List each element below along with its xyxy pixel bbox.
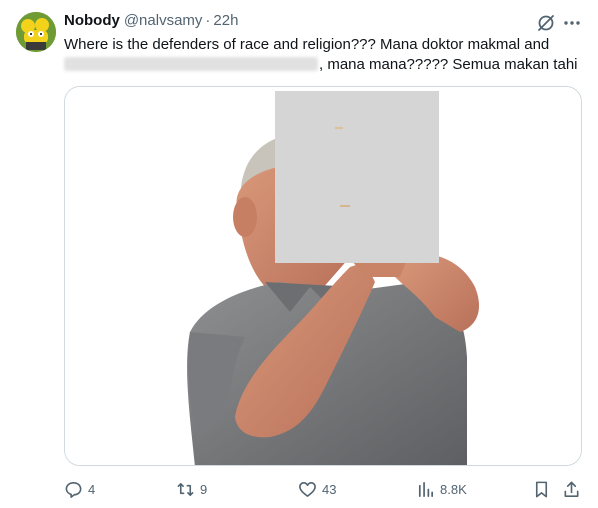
grok-icon <box>538 15 554 31</box>
retweet-count: 9 <box>200 481 208 497</box>
more-button[interactable] <box>561 12 583 34</box>
tweet-text: Where is the defenders of race and relig… <box>64 35 584 75</box>
tweet-text-line-2-visible: , mana mana????? Semua makan tahi <box>319 56 578 73</box>
author-handle[interactable]: @nalvsamy <box>124 12 203 29</box>
avatar-image <box>16 12 56 52</box>
redacted-text <box>64 57 318 71</box>
tweet-text-line-2: , mana mana????? Semua makan tahi <box>64 55 584 75</box>
reply-button[interactable]: 4 <box>64 478 95 500</box>
avatar[interactable] <box>16 12 56 52</box>
like-button[interactable]: 43 <box>298 478 336 500</box>
views-count: 8.8K <box>440 481 467 497</box>
reply-count: 4 <box>88 481 96 497</box>
like-count: 43 <box>322 481 337 497</box>
share-button[interactable] <box>562 478 581 500</box>
share-icon <box>564 481 579 497</box>
media-image <box>65 87 581 465</box>
grok-button[interactable] <box>535 12 557 34</box>
retweet-icon <box>177 482 194 496</box>
views-icon <box>418 481 434 497</box>
reply-icon <box>65 481 82 498</box>
tweet[interactable]: Nobody @nalvsamy · 22h Where is the defe… <box>0 0 598 508</box>
tweet-actions: 4 9 43 8.8K <box>64 478 584 502</box>
tweet-media[interactable] <box>64 86 582 466</box>
retweet-button[interactable]: 9 <box>176 478 207 500</box>
like-icon <box>299 481 316 497</box>
views-button[interactable]: 8.8K <box>416 478 467 500</box>
tweet-timestamp[interactable]: 22h <box>213 12 238 29</box>
header-separator: · <box>205 12 211 29</box>
tweet-text-line-1: Where is the defenders of race and relig… <box>64 36 550 53</box>
bookmark-button[interactable] <box>532 478 551 500</box>
bookmark-icon <box>535 481 548 497</box>
tweet-header: Nobody @nalvsamy · 22h <box>64 12 238 32</box>
author-name[interactable]: Nobody <box>64 12 120 29</box>
more-icon <box>564 21 580 25</box>
